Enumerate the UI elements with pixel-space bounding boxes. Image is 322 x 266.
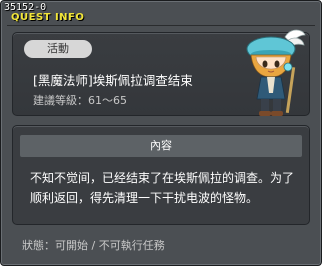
quest-status: 狀態：可開始 / 不可執行任務 [22,237,165,253]
quest-type-badge: 活動 [24,40,92,58]
content-heading: 內容 [20,135,302,157]
level-range: 61～65 [88,94,127,107]
quest-info-window: 35152-0 QUEST INFO 活動 [黑魔法师]埃斯佩拉调查结束 建議等… [0,0,322,266]
window-title: QUEST INFO [11,12,85,23]
recommended-level: 建議等級：61～65 [33,92,127,108]
level-label: 建議等級： [33,94,88,107]
quest-name: [黑魔法师]埃斯佩拉调查结束 [33,73,193,88]
status-value: 可開始 / 不可執行任務 [55,239,165,252]
title-divider [7,25,315,26]
quest-header-panel: 活動 [黑魔法师]埃斯佩拉调查结束 建議等級：61～65 [12,29,310,116]
quest-content-panel: 內容 不知不觉间，已经结束了在埃斯佩拉的调查。为了顺利返回，得先清理一下干扰电波… [12,125,310,225]
status-label: 狀態： [22,239,55,252]
quest-description: 不知不觉间，已经结束了在埃斯佩拉的调查。为了顺利返回，得先清理一下干扰电波的怪物… [30,171,295,205]
npc-portrait [246,29,306,116]
